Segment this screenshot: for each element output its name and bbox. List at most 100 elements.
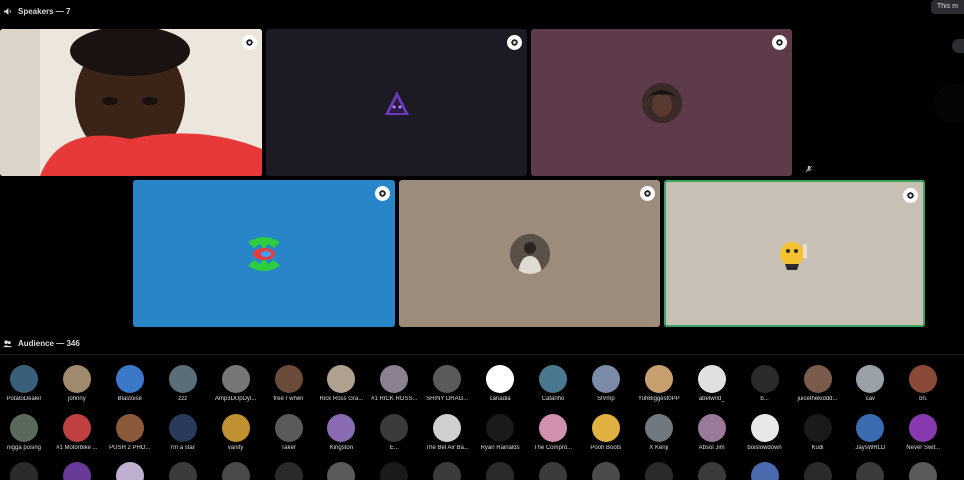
shield-icon[interactable] bbox=[242, 35, 257, 50]
audience-avatar bbox=[803, 462, 832, 480]
audience-member-name: PUSH 2 PHO... bbox=[109, 445, 151, 451]
audience-avatar bbox=[62, 365, 91, 393]
audience-member-name: abelwrld_ bbox=[698, 396, 725, 402]
audience-avatar bbox=[274, 365, 303, 393]
audience-avatar bbox=[803, 414, 832, 442]
audience-member-name: canadia bbox=[489, 396, 511, 402]
audience-member[interactable] bbox=[892, 462, 954, 480]
audience-avatar bbox=[274, 462, 303, 480]
audience-header: Audience — 346 bbox=[3, 335, 80, 351]
speaker-tile-1[interactable] bbox=[0, 29, 262, 176]
audience-member-name: The Compro... bbox=[533, 445, 573, 451]
audience-member-name: Kudi bbox=[811, 445, 824, 451]
audience-member-name: PotatoDealer bbox=[6, 396, 42, 402]
audience-avatar bbox=[803, 365, 832, 393]
audience-member-name: b... bbox=[760, 396, 769, 402]
audience-member-name: The Bel Air Ba... bbox=[425, 445, 469, 451]
speaker-tile-4[interactable] bbox=[797, 29, 964, 176]
audience-avatar bbox=[168, 365, 197, 393]
speaker-tile-5[interactable] bbox=[133, 180, 395, 327]
audience-member-name: Blastoise bbox=[117, 396, 142, 402]
audience-avatar bbox=[697, 414, 726, 442]
audience-avatar bbox=[380, 414, 409, 442]
audience-member-name: juicethekiddd... bbox=[797, 396, 838, 402]
audience-member[interactable]: Never Swit... bbox=[892, 414, 954, 456]
audience-avatar bbox=[433, 365, 462, 393]
audience-avatar bbox=[486, 414, 515, 442]
shield-icon[interactable] bbox=[903, 188, 918, 203]
audience-member-name: zzz bbox=[178, 396, 188, 402]
audience-icon bbox=[3, 339, 12, 348]
audience-member-name: Catanho bbox=[541, 396, 565, 402]
audience-avatar bbox=[327, 365, 356, 393]
audience-member-name: X Kenji bbox=[649, 445, 669, 451]
audience-avatar bbox=[856, 462, 885, 480]
speaker-tile-6[interactable] bbox=[399, 180, 660, 327]
audience-member-name: Kingston bbox=[329, 445, 354, 451]
speaker-avatar bbox=[244, 234, 284, 274]
speakers-header: Speakers — 7 bbox=[3, 3, 70, 19]
speaker-tile-3[interactable] bbox=[531, 29, 792, 176]
audience-header-label: Audience — 346 bbox=[18, 338, 80, 348]
audience-member-name: E... bbox=[389, 445, 399, 451]
audience-avatar bbox=[62, 462, 91, 480]
audience-member-name: vanity bbox=[227, 445, 244, 451]
audience-avatar bbox=[697, 462, 726, 480]
audience-avatar bbox=[62, 414, 91, 442]
audience-avatar bbox=[644, 365, 673, 393]
audience-member-name: i'm a star bbox=[170, 445, 195, 451]
audience-avatar bbox=[909, 365, 938, 393]
audience-avatar bbox=[168, 462, 197, 480]
audience-avatar bbox=[909, 414, 938, 442]
audience-member-name: #1 RICK ROSS... bbox=[371, 396, 418, 402]
audience-member-name: Never Swit... bbox=[906, 445, 941, 451]
audience-avatar bbox=[486, 365, 515, 393]
audience-member-name: Absol Jim bbox=[698, 445, 725, 451]
audience-avatar bbox=[644, 414, 673, 442]
speaker-avatar bbox=[641, 82, 682, 123]
speaker-avatar bbox=[934, 82, 964, 123]
shield-icon[interactable] bbox=[772, 35, 787, 50]
audience-member[interactable]: bn. bbox=[892, 365, 954, 407]
audience-member-name: Taker bbox=[281, 445, 296, 451]
audience-avatar bbox=[221, 365, 250, 393]
audience-member-name: nigga posing bbox=[6, 445, 42, 451]
audience-member-name: Amp3DUpDyl... bbox=[214, 396, 257, 402]
audience-member-name: Pooh Boots bbox=[590, 445, 622, 451]
audience-avatar bbox=[168, 414, 197, 442]
shield-icon[interactable] bbox=[507, 35, 522, 50]
shield-icon[interactable] bbox=[375, 186, 390, 201]
audience-avatar bbox=[750, 365, 779, 393]
speaker-tile-2[interactable] bbox=[266, 29, 527, 176]
audience-member-name: SlVmp bbox=[597, 396, 615, 402]
audience-avatar bbox=[750, 414, 779, 442]
audience-member-name: bn. bbox=[919, 396, 928, 402]
audience-avatar bbox=[380, 365, 409, 393]
audience-member-name: SHINY DRAG... bbox=[426, 396, 469, 402]
speaker-tile-7[interactable] bbox=[664, 180, 925, 327]
audience-avatar bbox=[10, 414, 38, 442]
audience-avatar bbox=[591, 365, 620, 393]
audience-member-name: Ryan Rainalds bbox=[480, 445, 520, 451]
audience-avatar bbox=[750, 462, 779, 480]
audience-avatar bbox=[10, 462, 38, 480]
audience-avatar bbox=[221, 414, 250, 442]
audience-avatar bbox=[115, 462, 144, 480]
speaker-avatar bbox=[377, 83, 417, 123]
audience-member-name: cav bbox=[865, 396, 876, 402]
audience-avatar bbox=[433, 414, 462, 442]
server-muted-icon bbox=[805, 160, 813, 173]
audience-avatar bbox=[486, 462, 515, 480]
audience-member-name: JaysWRLD bbox=[855, 445, 886, 451]
audience-avatar bbox=[380, 462, 409, 480]
audience-avatar bbox=[591, 462, 620, 480]
user-icon[interactable] bbox=[952, 39, 964, 53]
speaker-video-feed bbox=[0, 29, 262, 176]
audience-member-name: johnny bbox=[68, 396, 86, 402]
audience-member-name: YuhBiggest0PP bbox=[637, 396, 680, 402]
audience-avatar bbox=[697, 365, 726, 393]
shield-icon[interactable] bbox=[640, 186, 655, 201]
audience-avatar bbox=[327, 462, 356, 480]
audience-avatar bbox=[591, 414, 620, 442]
audience-avatar bbox=[644, 462, 673, 480]
